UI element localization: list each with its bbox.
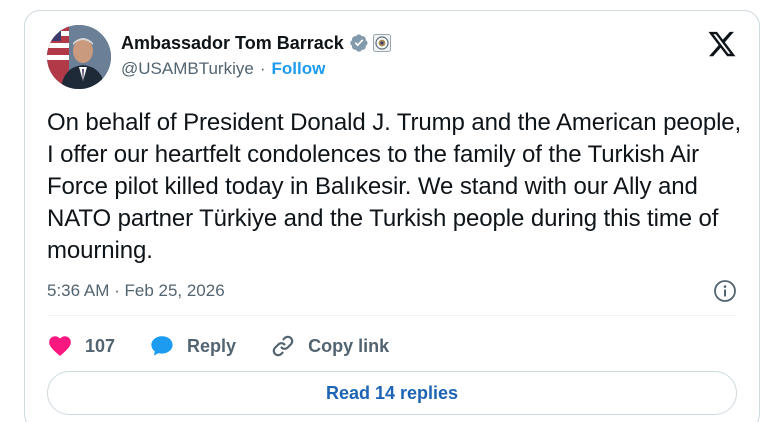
tweet-timestamp[interactable]: 5:36 AM · Feb 25, 2026 [47,281,225,301]
action-bar: 107 Reply Copy link [47,331,423,361]
divider [47,315,737,316]
follow-button[interactable]: Follow [271,59,325,79]
copy-link-label: Copy link [308,335,390,356]
copy-link-button[interactable]: Copy link [270,333,389,359]
read-replies-label: Read 14 replies [325,382,459,403]
verified-badge-icon [349,33,369,53]
tweet-text: On behalf of President Donald J. Trump a… [47,109,742,264]
author-display-name[interactable]: Ambassador Tom Barrack [121,33,344,54]
heart-icon [49,336,71,356]
like-count: 107 [85,335,116,356]
reply-button[interactable]: Reply [149,333,236,359]
link-icon [272,335,294,357]
x-logo-icon[interactable] [707,29,737,59]
reply-label: Reply [187,335,237,356]
like-button[interactable]: 107 [47,333,115,359]
avatar[interactable] [47,25,111,89]
speech-bubble-icon [151,336,173,356]
separator-dot: · [259,59,266,78]
tweet-header: Ambassador Tom Barrack @USAMBTurkiye · F… [47,25,739,91]
tweet-card: Ambassador Tom Barrack @USAMBTurkiye · F… [24,10,760,422]
government-seal-icon [372,34,391,52]
author-info: Ambassador Tom Barrack @USAMBTurkiye · F… [121,31,391,79]
author-handle[interactable]: @USAMBTurkiye [121,59,254,79]
tweet-meta: 5:36 AM · Feb 25, 2026 [47,279,737,303]
read-replies-button[interactable]: Read 14 replies [47,371,737,415]
info-icon[interactable] [713,279,737,303]
